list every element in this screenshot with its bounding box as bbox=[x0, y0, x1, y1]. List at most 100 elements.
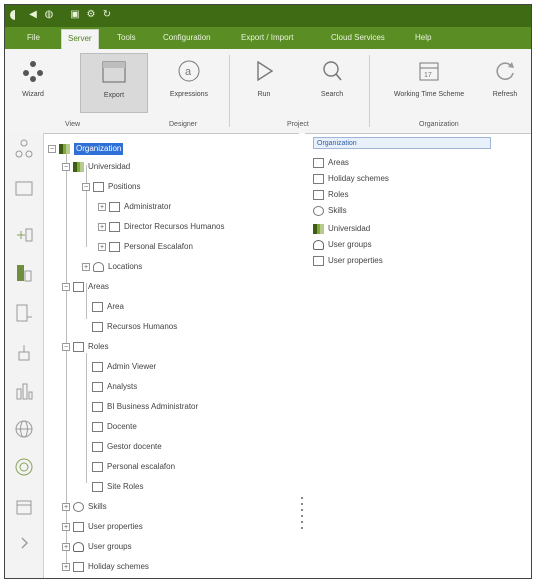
holiday-schemes-icon bbox=[313, 174, 324, 184]
expand-icon[interactable] bbox=[14, 533, 34, 553]
list-item-label: User properties bbox=[328, 256, 383, 265]
menu-help[interactable]: Help bbox=[415, 32, 431, 44]
export-button[interactable]: Export bbox=[80, 53, 148, 113]
expand-toggle-icon[interactable]: + bbox=[98, 223, 106, 231]
list-item[interactable]: Universidad bbox=[313, 223, 370, 235]
redo-icon[interactable]: ↻ bbox=[101, 9, 113, 21]
search-button[interactable]: Search bbox=[309, 53, 355, 111]
list-item[interactable]: Roles bbox=[313, 189, 348, 201]
tree-node-user-properties[interactable]: + User properties bbox=[62, 521, 143, 533]
tree-node-label: Area bbox=[107, 302, 124, 311]
menu-file[interactable]: File bbox=[27, 32, 40, 44]
expand-toggle-icon[interactable]: + bbox=[82, 263, 90, 271]
chart-icon[interactable] bbox=[14, 381, 34, 401]
tree-node-area[interactable]: Recursos Humanos bbox=[92, 321, 177, 333]
refresh-button[interactable]: Refresh bbox=[485, 53, 525, 111]
tree-node-roles[interactable]: − Roles bbox=[62, 341, 108, 353]
tree-node-organization[interactable]: − Organization bbox=[48, 143, 124, 155]
wizard-button[interactable]: Wizard bbox=[11, 53, 55, 111]
expand-toggle-icon[interactable]: + bbox=[98, 243, 106, 251]
collapse-toggle-icon[interactable]: − bbox=[62, 343, 70, 351]
tree-node-role[interactable]: Analysts bbox=[92, 381, 137, 393]
working-time-scheme-button[interactable]: 17 Working Time Scheme bbox=[373, 53, 485, 111]
export-icon bbox=[100, 58, 128, 86]
save-icon[interactable]: ▣ bbox=[69, 9, 81, 21]
window-icon[interactable] bbox=[14, 179, 34, 199]
organization-icon bbox=[59, 144, 70, 154]
expand-toggle-icon[interactable]: + bbox=[62, 523, 70, 531]
globe-icon[interactable]: ◍ bbox=[43, 9, 55, 21]
calendar-icon[interactable] bbox=[14, 497, 34, 517]
tree-node-universidad[interactable]: − Universidad bbox=[62, 161, 130, 173]
settings-icon[interactable]: ⚙ bbox=[85, 9, 97, 21]
list-item[interactable]: Areas bbox=[313, 157, 349, 169]
tree-node-label: Personal Escalafon bbox=[124, 242, 193, 251]
tree-node-role[interactable]: Docente bbox=[92, 421, 137, 433]
menu-configuration[interactable]: Configuration bbox=[163, 32, 211, 44]
expand-toggle-icon[interactable]: + bbox=[62, 503, 70, 511]
organization-icon[interactable] bbox=[14, 139, 34, 159]
collapse-toggle-icon[interactable]: − bbox=[62, 163, 70, 171]
tree-node-role[interactable]: Gestor docente bbox=[92, 441, 162, 453]
role-icon bbox=[92, 382, 103, 392]
role-icon bbox=[92, 442, 103, 452]
menu-export-import[interactable]: Export / Import bbox=[241, 32, 293, 44]
splitter-grip-icon bbox=[301, 515, 303, 517]
list-item[interactable]: Skills bbox=[313, 205, 347, 217]
tree-node-position[interactable]: + Personal Escalafon bbox=[98, 241, 193, 253]
tree-node-areas[interactable]: − Areas bbox=[62, 281, 109, 293]
expressions-label: Expressions bbox=[169, 91, 209, 98]
globe-icon[interactable] bbox=[14, 419, 34, 439]
menu-server[interactable]: Server bbox=[61, 29, 99, 50]
role-icon bbox=[92, 462, 103, 472]
collapse-toggle-icon[interactable]: − bbox=[48, 145, 56, 153]
collapse-toggle-icon[interactable]: − bbox=[82, 183, 90, 191]
tree-node-role[interactable]: BI Business Administrator bbox=[92, 401, 198, 413]
form-icon[interactable] bbox=[14, 303, 34, 323]
tree-node-user-groups[interactable]: + User groups bbox=[62, 541, 132, 553]
tree-node-label: Site Roles bbox=[107, 482, 144, 491]
details-header[interactable]: Organization bbox=[313, 137, 491, 149]
connector-icon[interactable] bbox=[14, 343, 34, 363]
svg-text:17: 17 bbox=[424, 72, 432, 79]
tree-node-role[interactable]: Admin Viewer bbox=[92, 361, 156, 373]
tree-node-positions[interactable]: − Positions bbox=[82, 181, 140, 193]
collapse-toggle-icon[interactable]: − bbox=[62, 283, 70, 291]
tree-node-label: Holiday schemes bbox=[88, 562, 149, 571]
area-icon bbox=[92, 302, 103, 312]
list-item[interactable]: Holiday schemes bbox=[313, 173, 389, 185]
badge-icon[interactable] bbox=[14, 457, 34, 477]
expand-toggle-icon[interactable]: + bbox=[62, 563, 70, 571]
tree-node-area[interactable]: Area bbox=[92, 301, 124, 313]
list-item[interactable]: User groups bbox=[313, 239, 372, 251]
tree-node-role[interactable]: Personal escalafon bbox=[92, 461, 175, 473]
tree-node-position[interactable]: + Director Recursos Humanos bbox=[98, 221, 224, 233]
tree-node-skills[interactable]: + Skills bbox=[62, 501, 107, 513]
splitter-grip-icon bbox=[301, 521, 303, 523]
tree-node-locations[interactable]: + Locations bbox=[82, 261, 142, 273]
areas-icon bbox=[73, 282, 84, 292]
app-window: ◀ ◍ ▣ ⚙ ↻ File Server Tools Configuratio… bbox=[4, 4, 532, 579]
role-icon bbox=[92, 482, 103, 492]
tree-node-position[interactable]: + Administrator bbox=[98, 201, 171, 213]
database-icon[interactable] bbox=[14, 263, 34, 283]
group-organization-label: Organization bbox=[419, 121, 459, 128]
run-button[interactable]: Run bbox=[243, 53, 285, 111]
list-item[interactable]: User properties bbox=[313, 255, 383, 267]
menu-cloud-services[interactable]: Cloud Services bbox=[331, 32, 385, 44]
tree-node-role[interactable]: Site Roles bbox=[92, 481, 143, 493]
run-label: Run bbox=[257, 91, 271, 98]
positions-icon bbox=[93, 182, 104, 192]
run-icon bbox=[250, 57, 278, 85]
role-icon bbox=[92, 402, 103, 412]
back-icon[interactable]: ◀ bbox=[27, 9, 39, 21]
expressions-button[interactable]: a Expressions bbox=[161, 53, 217, 111]
roles-icon bbox=[313, 190, 324, 200]
expand-toggle-icon[interactable]: + bbox=[62, 543, 70, 551]
menu-tools[interactable]: Tools bbox=[117, 32, 136, 44]
expand-toggle-icon[interactable]: + bbox=[98, 203, 106, 211]
export-label: Export bbox=[103, 92, 125, 99]
group-view-label: View bbox=[65, 121, 81, 128]
tree-node-holiday-schemes[interactable]: + Holiday schemes bbox=[62, 561, 149, 573]
add-icon[interactable] bbox=[14, 225, 34, 245]
